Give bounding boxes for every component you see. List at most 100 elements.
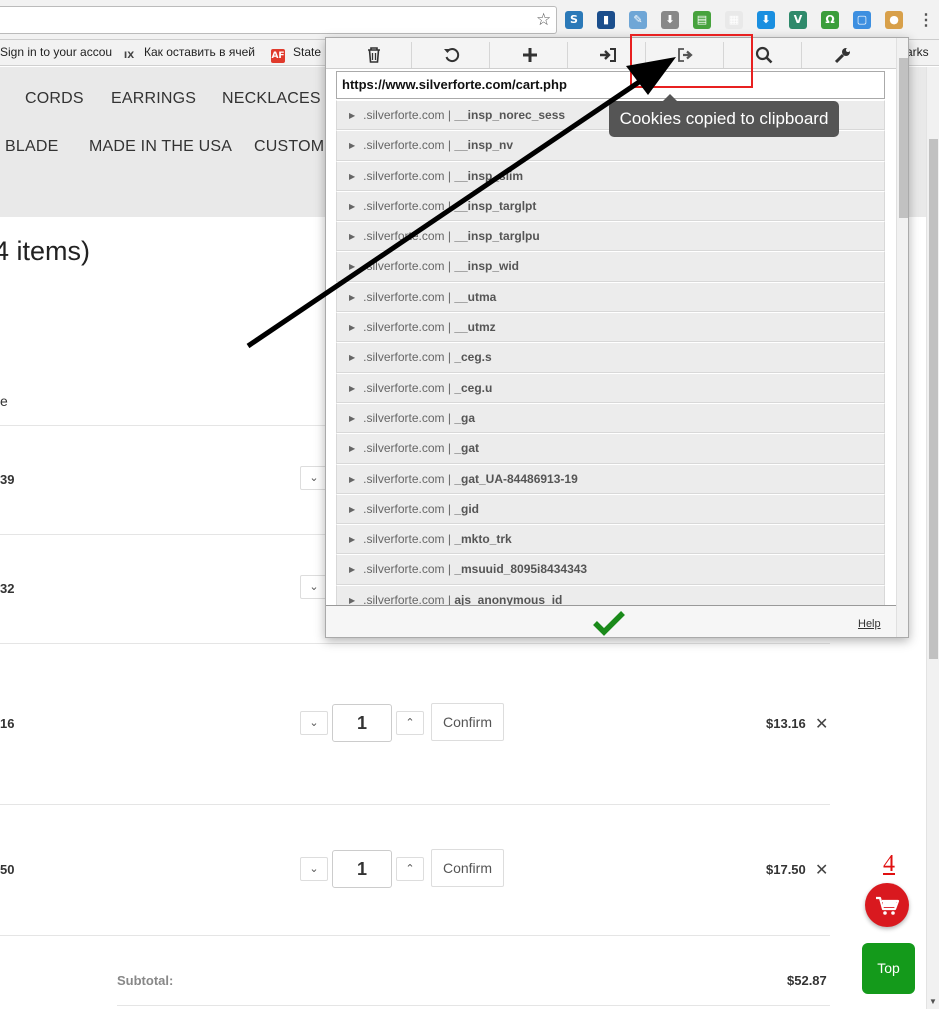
remove-item-icon[interactable]: ✕ [815,714,828,734]
nav-link-necklaces[interactable]: NECKLACES [222,90,321,108]
qty-increase-button[interactable]: ⌃ [396,857,424,881]
divider [117,1005,830,1006]
checkmark-icon [593,611,625,636]
item-price: 39 [0,472,15,487]
page-scrollbar[interactable]: ▼ [926,67,939,1009]
window-extension-icon[interactable]: ▢ [853,11,871,29]
cookie-domain: .silverforte.com [363,138,445,153]
expand-triangle-icon[interactable]: ▶ [349,262,355,271]
bookmark-item[interactable]: Sign in to your accou [0,45,112,59]
popup-scrollbar[interactable] [896,38,908,637]
cookie-row[interactable]: ▶ .silverforte.com | _ceg.u [336,372,885,403]
cookie-row[interactable]: ▶ .silverforte.com | _gat [336,433,885,464]
expand-triangle-icon[interactable]: ▶ [349,323,355,332]
cookie-row[interactable]: ▶ .silverforte.com | ajs_anonymous_id [336,584,885,605]
feather-extension-icon[interactable]: ✎ [629,11,647,29]
popup-toolbar [326,38,896,69]
cookie-row[interactable]: ▶ .silverforte.com | _ga [336,402,885,434]
subtotal-label: Subtotal: [117,973,174,988]
add-cookie-button[interactable] [493,42,568,68]
cart-button[interactable] [865,883,909,927]
calendar-extension-icon[interactable]: ▦ [725,11,743,29]
cookie-separator: | [447,138,451,153]
quantity-input[interactable]: 1 [332,704,392,742]
cookie-row[interactable]: ▶ .silverforte.com | _gat_UA-84486913-19 [336,463,885,494]
cookie-row[interactable]: ▶ .silverforte.com | __insp_targlpt [336,190,885,222]
qty-decrease-button[interactable]: ⌄ [300,857,328,881]
cookie-extension-icon[interactable]: ● [885,11,903,29]
cookie-domain: .silverforte.com [363,532,445,547]
expand-triangle-icon[interactable]: ▶ [349,111,355,120]
trash-icon [368,47,380,63]
other-bookmarks[interactable]: arks [906,45,929,59]
bookmark-item[interactable]: AF State [271,45,321,63]
back-to-top-button[interactable]: Top [862,943,915,994]
options-button[interactable] [805,42,880,68]
print-extension-icon[interactable]: ▤ [693,11,711,29]
nav-link-earrings[interactable]: EARRINGS [111,90,196,108]
expand-triangle-icon[interactable]: ▶ [349,475,355,484]
bar-chart-extension-icon[interactable]: ▮ [597,11,615,29]
cookie-separator: | [447,592,451,605]
confirm-button[interactable]: Confirm [431,703,504,741]
page-scrollbar-thumb[interactable] [929,139,938,659]
subtotal-value: $52.87 [787,973,827,988]
browser-menu-icon[interactable]: ⋮ [918,10,934,30]
cart-item-count[interactable]: 4 [883,851,895,878]
cookie-row[interactable]: ▶ .silverforte.com | __insp_wid [336,251,885,282]
expand-triangle-icon[interactable]: ▶ [349,232,355,241]
expand-triangle-icon[interactable]: ▶ [349,505,355,514]
help-link[interactable]: Help [858,618,881,630]
cookie-row[interactable]: ▶ .silverforte.com | _gid [336,493,885,525]
scroll-down-arrow-icon[interactable]: ▼ [929,997,937,1006]
expand-triangle-icon[interactable]: ▶ [349,202,355,211]
confirm-button[interactable]: Confirm [431,849,504,887]
bookmark-item[interactable]: IX Как оставить в ячей [122,45,255,63]
qty-decrease-button[interactable]: ⌄ [300,711,328,735]
download-arrow-icon[interactable]: ⬇ [757,11,775,29]
expand-triangle-icon[interactable]: ▶ [349,596,355,605]
s-extension-icon[interactable]: S [565,11,583,29]
address-bar[interactable] [0,6,557,34]
expand-triangle-icon[interactable]: ▶ [349,444,355,453]
cookie-name: __insp_nv [454,138,514,153]
qty-decrease-button[interactable]: ⌄ [300,466,328,490]
expand-triangle-icon[interactable]: ▶ [349,565,355,574]
nav-link-cords[interactable]: CORDS [25,90,84,108]
expand-triangle-icon[interactable]: ▶ [349,293,355,302]
bookmark-star-icon[interactable]: ☆ [536,10,551,30]
remove-item-icon[interactable]: ✕ [815,860,828,880]
popup-scrollbar-thumb[interactable] [899,58,908,218]
qty-increase-button[interactable]: ⌃ [396,711,424,735]
omega-extension-icon[interactable]: Ω [821,11,839,29]
expand-triangle-icon[interactable]: ▶ [349,384,355,393]
expand-triangle-icon[interactable]: ▶ [349,172,355,181]
quantity-input[interactable]: 1 [332,850,392,888]
cookie-row[interactable]: ▶ .silverforte.com | __insp_slim [336,160,885,191]
refresh-button[interactable] [415,42,490,68]
cookie-row[interactable]: ▶ .silverforte.com | _mkto_trk [336,524,885,555]
nav-link-blade[interactable]: BLADE [5,138,58,156]
expand-triangle-icon[interactable]: ▶ [349,353,355,362]
cookie-row[interactable]: ▶ .silverforte.com | _ceg.s [336,342,885,373]
nav-link-custom[interactable]: CUSTOME [254,138,335,156]
cookie-name: _gid [454,501,479,516]
cookie-domain: .silverforte.com [363,198,445,213]
nav-link-made-in-usa[interactable]: MADE IN THE USA [89,138,232,156]
popup-url-field[interactable]: https://www.silverforte.com/cart.php [336,71,885,99]
cookie-row[interactable]: ▶ .silverforte.com | _msuuid_8095i8434343 [336,554,885,585]
cookie-row[interactable]: ▶ .silverforte.com | __utma [336,281,885,313]
wrench-icon [834,48,850,64]
expand-triangle-icon[interactable]: ▶ [349,535,355,544]
cart-title: 4 items) [0,236,91,266]
download-page-icon[interactable]: ⬇ [661,11,679,29]
qty-decrease-button[interactable]: ⌄ [300,575,328,599]
shopping-cart-icon [876,896,900,915]
cookie-row[interactable]: ▶ .silverforte.com | __utmz [336,312,885,343]
expand-triangle-icon[interactable]: ▶ [349,414,355,423]
vpn-extension-icon[interactable]: V [789,11,807,29]
expand-triangle-icon[interactable]: ▶ [349,141,355,150]
delete-all-button[interactable] [337,42,412,68]
cookie-row[interactable]: ▶ .silverforte.com | __insp_targlpu [336,221,885,252]
divider [0,643,830,644]
